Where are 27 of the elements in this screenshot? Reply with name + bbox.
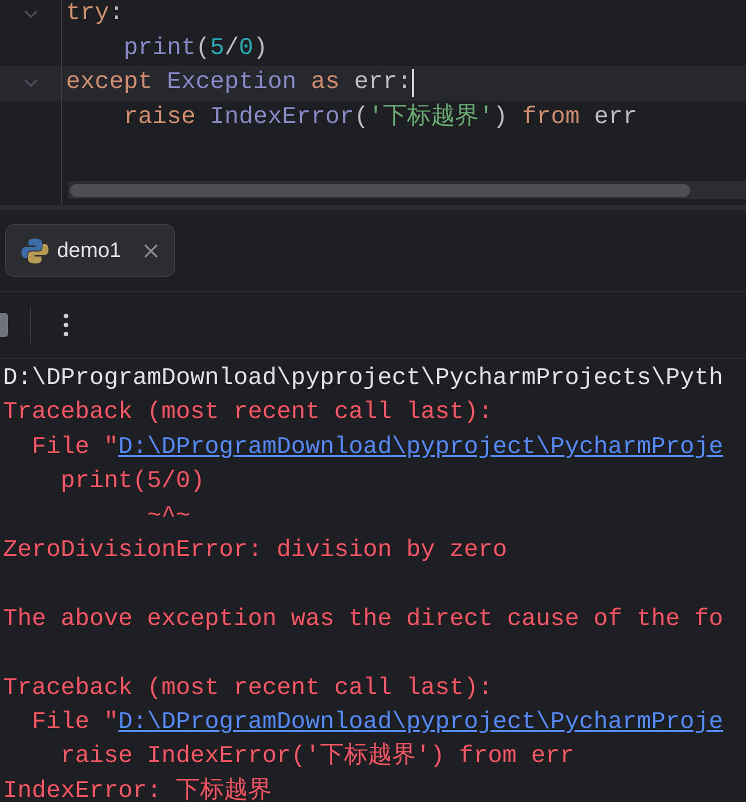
code-line: except Exception as err: [66,68,412,98]
console-line: ~^~ [146,502,192,532]
console-line: raise IndexError('下标越界') from err [60,741,576,772]
close-icon[interactable] [143,242,160,258]
console-line: The above exception was the direct cause of the fo [2,604,724,635]
python-logo-icon [21,236,49,264]
file-link[interactable]: D:\DProgramDownload\pyproject\PycharmProje [118,434,724,461]
console-line: Traceback (most recent call last): [2,674,494,704]
fold-chevron-icon[interactable] [23,78,39,88]
tab-label: demo1 [57,238,122,264]
console-line: File "D:\DProgramDownload\pyproject\PycharmProje [30,432,724,463]
more-options-icon[interactable] [63,313,69,337]
console-line: ZeroDivisionError: division by zero [2,536,508,566]
run-tab[interactable]: demo1 [5,224,176,277]
horizontal-scrollbar[interactable] [68,181,746,199]
fold-chevron-icon[interactable] [23,9,39,20]
stop-button[interactable] [0,313,8,337]
scrollbar-thumb[interactable] [70,184,690,196]
file-link[interactable]: D:\DProgramDownload\pyproject\PycharmProje [118,708,724,736]
code-line: try: [66,0,124,30]
console-line: print(5/0) [60,467,206,498]
console-line: Traceback (most recent call last): [2,398,494,428]
code-line: print(5/0) [122,34,268,64]
console-line: File "D:\DProgramDownload\pyproject\PycharmProje [30,708,724,738]
code-line: raise IndexError('下标越界') from err [122,102,638,133]
console-line: IndexError: 下标越界 [2,776,273,802]
console-line: D:\DProgramDownload\pyproject\PycharmProjects\Pyth [2,364,724,394]
